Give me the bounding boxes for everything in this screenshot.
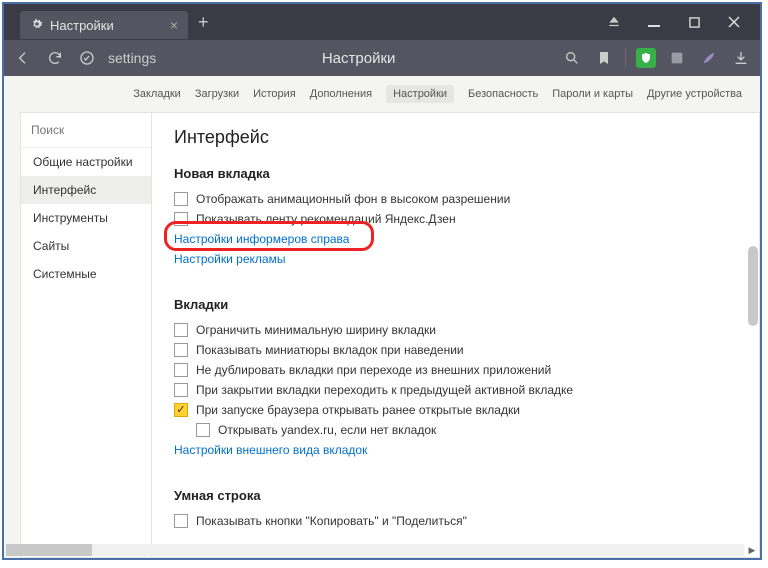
topnav-security[interactable]: Безопасность <box>468 88 538 100</box>
opt-label: При запуске браузера открывать ранее отк… <box>196 403 520 417</box>
sidebar-item-system[interactable]: Системные <box>21 260 151 288</box>
extension-icon-1[interactable] <box>666 47 688 69</box>
opt-label: Показывать кнопки "Копировать" и "Подели… <box>196 514 467 528</box>
section-tabs-title: Вкладки <box>174 297 737 312</box>
opt-zen-feed[interactable]: Показывать ленту рекомендаций Яндекс.Дзе… <box>174 209 737 229</box>
minimize-button[interactable] <box>634 4 674 40</box>
url-text[interactable]: settings <box>108 50 156 66</box>
tray-icon[interactable] <box>594 4 634 40</box>
topnav-passwords[interactable]: Пароли и карты <box>552 88 633 100</box>
opt-min-tab-width[interactable]: Ограничить минимальную ширину вкладки <box>174 320 737 340</box>
bookmark-icon[interactable] <box>593 47 615 69</box>
link-ads[interactable]: Настройки рекламы <box>174 249 737 269</box>
opt-restore-tabs-on-start[interactable]: При запуске браузера открывать ранее отк… <box>174 400 737 420</box>
topnav-other-devices[interactable]: Другие устройства <box>647 88 742 100</box>
new-tab-button[interactable]: + <box>198 12 209 33</box>
opt-label: Показывать миниатюры вкладок при наведен… <box>196 343 464 357</box>
protect-icon[interactable] <box>636 48 656 68</box>
topnav-bookmarks[interactable]: Закладки <box>133 88 181 100</box>
topnav-addons[interactable]: Дополнения <box>310 88 372 100</box>
window-controls <box>594 4 754 40</box>
opt-no-dup-external[interactable]: Не дублировать вкладки при переходе из в… <box>174 360 737 380</box>
back-button[interactable] <box>12 47 34 69</box>
search-icon[interactable] <box>561 47 583 69</box>
horizontal-scrollbar-thumb[interactable] <box>6 544 92 556</box>
feather-icon[interactable] <box>698 47 720 69</box>
opt-animated-bg[interactable]: Отображать анимационный фон в высоком ра… <box>174 189 737 209</box>
browser-tab[interactable]: Настройки × <box>20 11 188 39</box>
link-tabs-appearance[interactable]: Настройки внешнего вида вкладок <box>174 440 737 460</box>
tab-title: Настройки <box>50 18 164 33</box>
search-input[interactable] <box>31 123 141 137</box>
site-info-icon[interactable] <box>76 47 98 69</box>
opt-label: Не дублировать вкладки при переходе из в… <box>196 363 551 377</box>
opt-label: Отображать анимационный фон в высоком ра… <box>196 192 510 206</box>
topnav-settings[interactable]: Настройки <box>386 85 454 103</box>
maximize-button[interactable] <box>674 4 714 40</box>
topnav-downloads[interactable]: Загрузки <box>195 88 239 100</box>
vertical-scrollbar-thumb[interactable] <box>748 246 758 326</box>
opt-tab-thumbnails[interactable]: Показывать миниатюры вкладок при наведен… <box>174 340 737 360</box>
page-body: Закладки Загрузки История Дополнения Нас… <box>4 76 760 558</box>
sidebar-item-sites[interactable]: Сайты <box>21 232 151 260</box>
content-area: Общие настройки Интерфейс Инструменты Са… <box>4 112 760 558</box>
topnav-history[interactable]: История <box>253 88 296 100</box>
opt-label: Показывать ленту рекомендаций Яндекс.Дзе… <box>196 212 456 226</box>
horizontal-scrollbar[interactable] <box>6 544 744 556</box>
address-bar: settings Настройки <box>4 40 760 76</box>
opt-open-yandex-if-empty[interactable]: Открывать yandex.ru, если нет вкладок <box>174 420 737 440</box>
browser-window: Настройки × + settings Настройки Заклад <box>2 2 762 560</box>
scroll-right-arrow[interactable]: ▶ <box>746 544 758 556</box>
section-new-tab-title: Новая вкладка <box>174 166 737 181</box>
opt-copy-share-buttons[interactable]: Показывать кнопки "Копировать" и "Подели… <box>174 511 737 531</box>
downloads-icon[interactable] <box>730 47 752 69</box>
separator <box>625 48 626 68</box>
close-button[interactable] <box>714 4 754 40</box>
sidebar-search <box>21 113 151 148</box>
settings-topnav: Закладки Загрузки История Дополнения Нас… <box>4 76 760 112</box>
sidebar-item-tools[interactable]: Инструменты <box>21 204 151 232</box>
opt-label: Ограничить минимальную ширину вкладки <box>196 323 436 337</box>
sidebar-item-interface[interactable]: Интерфейс <box>21 176 151 204</box>
reload-button[interactable] <box>44 47 66 69</box>
settings-main: Интерфейс Новая вкладка Отображать анима… <box>152 112 760 558</box>
main-heading: Интерфейс <box>174 127 737 148</box>
sidebar-item-general[interactable]: Общие настройки <box>21 148 151 176</box>
opt-prev-active-on-close[interactable]: При закрытии вкладки переходить к предыд… <box>174 380 737 400</box>
titlebar: Настройки × + <box>4 4 760 40</box>
settings-sidebar: Общие настройки Интерфейс Инструменты Са… <box>20 112 152 558</box>
link-informers[interactable]: Настройки информеров справа <box>174 229 737 249</box>
opt-label: Открывать yandex.ru, если нет вкладок <box>218 423 436 437</box>
section-smartline-title: Умная строка <box>174 488 737 503</box>
gear-icon <box>30 17 44 34</box>
tab-close-icon[interactable]: × <box>170 17 178 33</box>
page-title: Настройки <box>166 50 551 67</box>
opt-label: При закрытии вкладки переходить к предыд… <box>196 383 573 397</box>
